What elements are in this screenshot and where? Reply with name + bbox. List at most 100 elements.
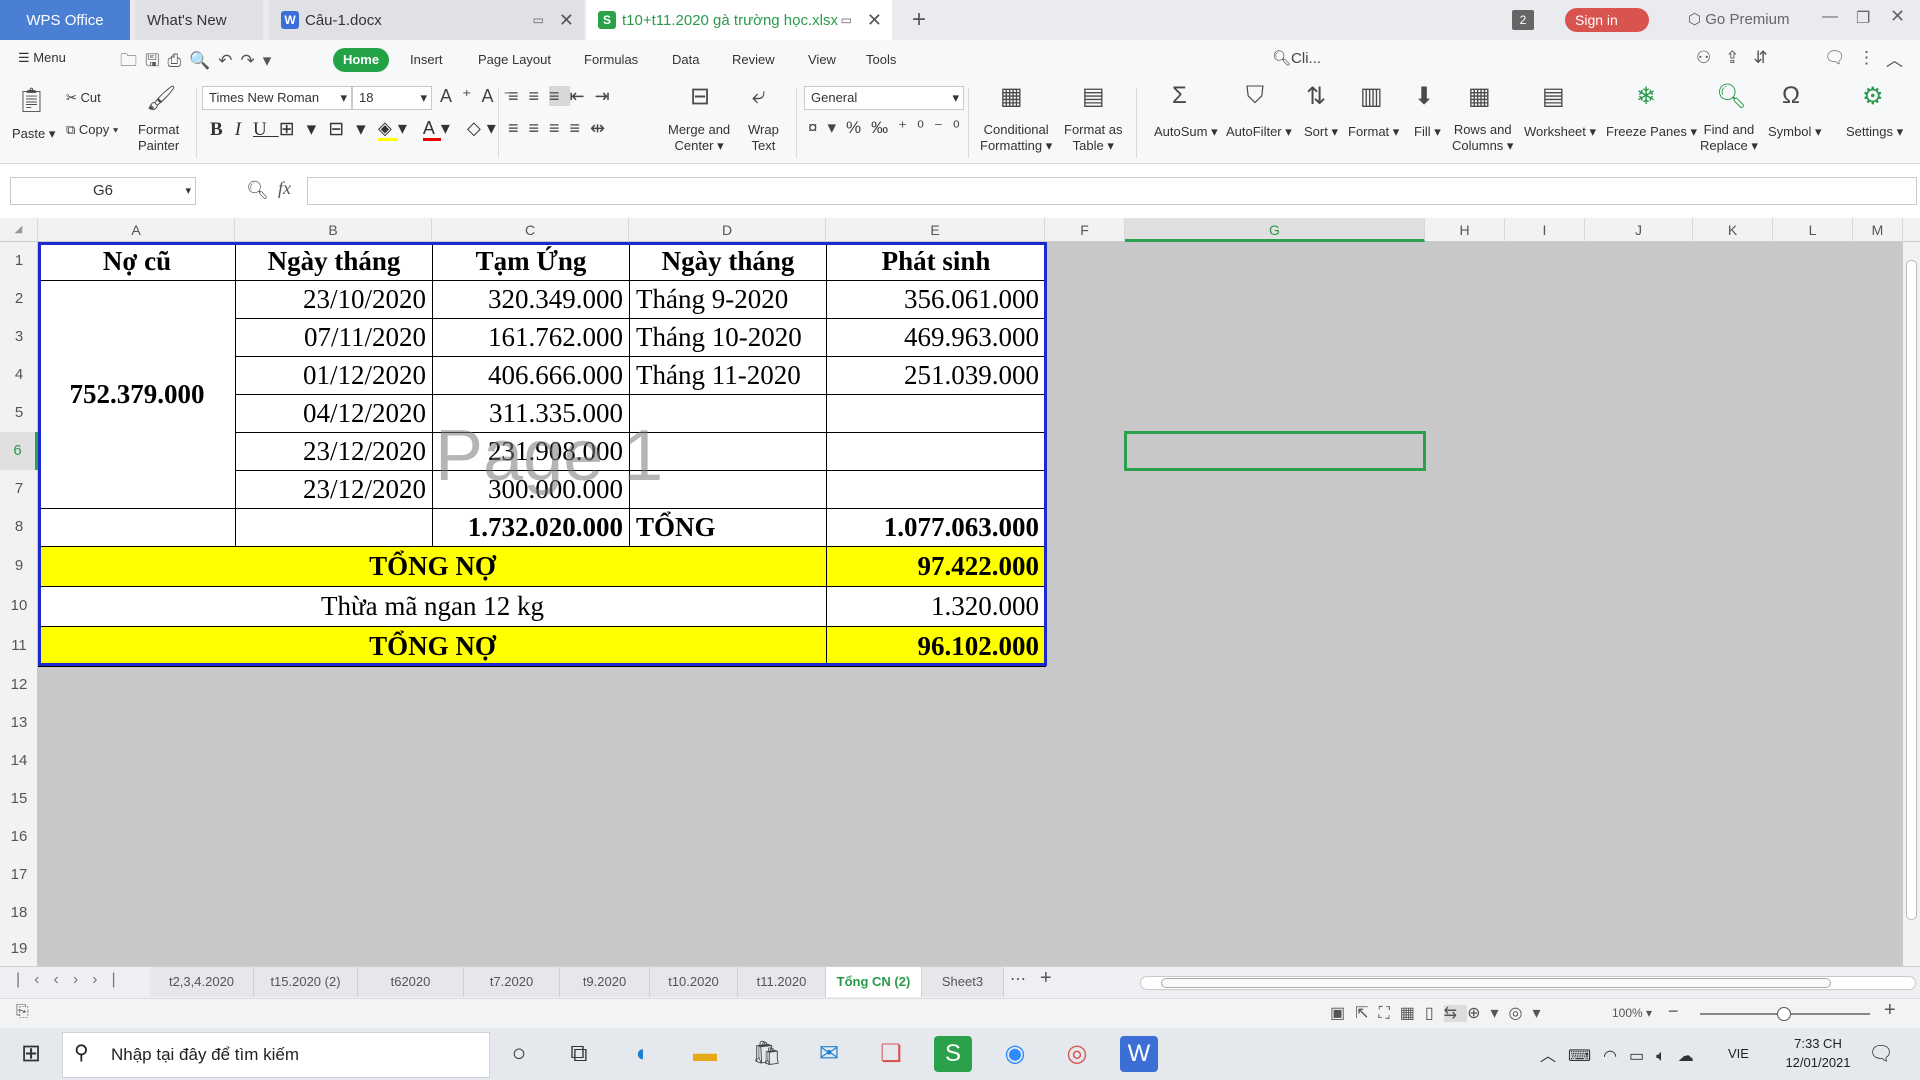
format-painter-icon[interactable]: 🖌︎ [146,84,176,113]
date-cell[interactable]: 04/12/2020 [235,394,433,433]
font-name-select[interactable]: Times New Roman ▾ [202,86,352,110]
select-all-corner[interactable]: ◢ [0,218,38,242]
tab-word-doc[interactable]: W Câu-1.docx ▭ ✕ [269,0,584,40]
tab-wps-office[interactable]: WPS Office [0,0,130,40]
window-count-badge[interactable]: 2 [1512,10,1534,30]
column-header-b[interactable]: B [235,218,432,242]
date-cell[interactable]: 23/12/2020 [235,432,433,471]
date-cell[interactable]: 01/12/2020 [235,356,433,395]
column-header-i[interactable]: I [1505,218,1585,242]
final-debt-label[interactable]: TỔNG NỢ [38,626,827,667]
restore-icon[interactable]: ❐ [1856,8,1870,28]
worksheet-button[interactable]: Worksheet ▾ [1524,124,1596,140]
fill-icon[interactable]: ⬇ [1414,82,1434,111]
column-header-j[interactable]: J [1585,218,1693,242]
row-header[interactable]: 16 [0,818,38,856]
old-debt-cell[interactable]: 752.379.000 [38,280,236,509]
zoom-app-icon[interactable]: ◉ [996,1036,1034,1072]
font-size-select[interactable]: 18 ▾ [352,86,432,110]
wps-spreadsheet-icon[interactable]: S [934,1036,972,1072]
mail-icon[interactable]: ✉ [810,1036,848,1072]
header-cell[interactable]: Tạm Ứng [432,242,630,281]
row-header[interactable]: 13 [0,704,38,742]
sheet-nav-arrows[interactable]: |‹‹››| [16,971,130,989]
copy-button[interactable]: ⧉ Copy ▾ [66,122,118,138]
header-cell[interactable]: Ngày tháng [235,242,433,281]
horizontal-align-buttons[interactable]: ≡≡≡≡⇹ [508,118,615,139]
symbol-button[interactable]: Symbol ▾ [1768,124,1822,140]
advance-cell[interactable]: 320.349.000 [432,280,630,319]
autosum-button[interactable]: AutoSum ▾ [1154,124,1218,140]
row-header[interactable]: 2 [0,280,38,318]
selected-cell-g6[interactable] [1124,431,1426,471]
photos-icon[interactable]: ❏ [872,1036,910,1072]
quick-access-toolbar[interactable]: 🗀🖫⎙🔍↶↷▾ [120,48,279,77]
fill-font-color[interactable]: ◈▾ A▾ ◇▾ [378,118,502,141]
row-header[interactable]: 3 [0,318,38,356]
merge-center-button[interactable]: Merge and Center ▾ [668,122,730,154]
chrome-icon[interactable]: ◎ [1058,1036,1096,1072]
add-sheet-icon[interactable]: + [1040,967,1052,990]
sort-icon[interactable]: ⇅ [1306,82,1326,111]
function-button[interactable]: fx [278,178,291,199]
taskbar-search[interactable]: Nhập tại đây để tìm kiếm [62,1032,490,1078]
collapse-ribbon-icon[interactable]: ︿ [1886,46,1903,71]
font-style-buttons[interactable]: BIU⊞▾⊟▾ [210,118,378,141]
column-header-f[interactable]: F [1045,218,1125,242]
header-cell[interactable]: Nợ cũ [38,242,236,281]
menu-button[interactable]: ☰ Menu [18,50,66,66]
amount-cell[interactable] [826,470,1046,509]
tab-home[interactable]: Home [333,48,389,72]
rows-columns-button[interactable]: Rows and Columns ▾ [1452,122,1513,154]
input-language[interactable]: VIE [1728,1046,1749,1061]
format-as-table-button[interactable]: Format as Table ▾ [1064,122,1123,154]
total-label-cell[interactable]: TỔNG [629,508,827,547]
omega-icon[interactable]: Ω [1782,82,1800,110]
date-cell[interactable]: 23/12/2020 [235,470,433,509]
clock[interactable]: 7:33 CH 12/01/2021 [1778,1036,1858,1070]
conditional-formatting-icon[interactable]: ▦ [1000,82,1023,111]
row-header-active[interactable]: 6 [0,432,38,470]
settings-icon[interactable]: ⚙ [1862,82,1884,111]
freeze-panes-button[interactable]: Freeze Panes ▾ [1606,124,1697,140]
wps-writer-icon[interactable]: W [1120,1036,1158,1072]
amount-cell[interactable]: 469.963.000 [826,318,1046,357]
row-header[interactable]: 15 [0,780,38,818]
column-header-d[interactable]: D [629,218,826,242]
task-view-icon[interactable]: ⧉ [560,1036,598,1072]
format-painter-button[interactable]: Format Painter [138,122,179,154]
amount-cell[interactable]: 251.039.000 [826,356,1046,395]
sheet-tab[interactable]: t2,3,4.2020 [150,967,254,997]
row-header[interactable]: 14 [0,742,38,780]
rows-columns-icon[interactable]: ▦ [1468,82,1491,111]
settings-button[interactable]: Settings ▾ [1846,124,1903,140]
column-header-e[interactable]: E [826,218,1045,242]
close-tab-icon[interactable]: ✕ [867,10,882,31]
final-debt-value[interactable]: 96.102.000 [826,626,1046,667]
fill-button[interactable]: Fill ▾ [1414,124,1441,140]
go-premium-button[interactable]: ⬡ Go Premium [1688,10,1789,28]
format-icon[interactable]: ▥ [1360,82,1383,111]
freeze-panes-icon[interactable]: ❄ [1636,82,1656,111]
sheet-tab[interactable]: t62020 [358,967,464,997]
row-header[interactable]: 19 [0,932,38,966]
more-sheets-icon[interactable]: ⋯ [1010,969,1026,989]
tab-formulas[interactable]: Formulas [584,52,638,67]
zoom-in-icon[interactable]: + [1884,999,1896,1022]
row-header[interactable]: 12 [0,666,38,704]
cut-button[interactable]: ✂ Cut [66,90,101,106]
row-header[interactable]: 17 [0,856,38,894]
cortana-icon[interactable]: ○ [500,1036,538,1072]
row-header[interactable]: 11 [0,626,38,666]
vertical-align-buttons[interactable]: ≡≡≡⇤⇥ [508,86,620,107]
date-cell[interactable]: 07/11/2020 [235,318,433,357]
amount-cell[interactable] [826,432,1046,471]
comment-icon[interactable]: 🗨︎ [1824,48,1846,68]
empty-cell[interactable] [38,508,236,547]
row-header[interactable]: 9 [0,546,38,586]
sum-icon[interactable]: Σ [1172,82,1187,110]
conditional-formatting-button[interactable]: Conditional Formatting ▾ [980,122,1052,154]
edge-icon[interactable]: ◐ [624,1036,662,1072]
tab-spreadsheet[interactable]: S t10+t11.2020 gà trường học.xlsx ▭ ✕ [586,0,892,40]
number-format-buttons[interactable]: ¤▾%‰⁺⁰⁻⁰ [808,118,970,138]
